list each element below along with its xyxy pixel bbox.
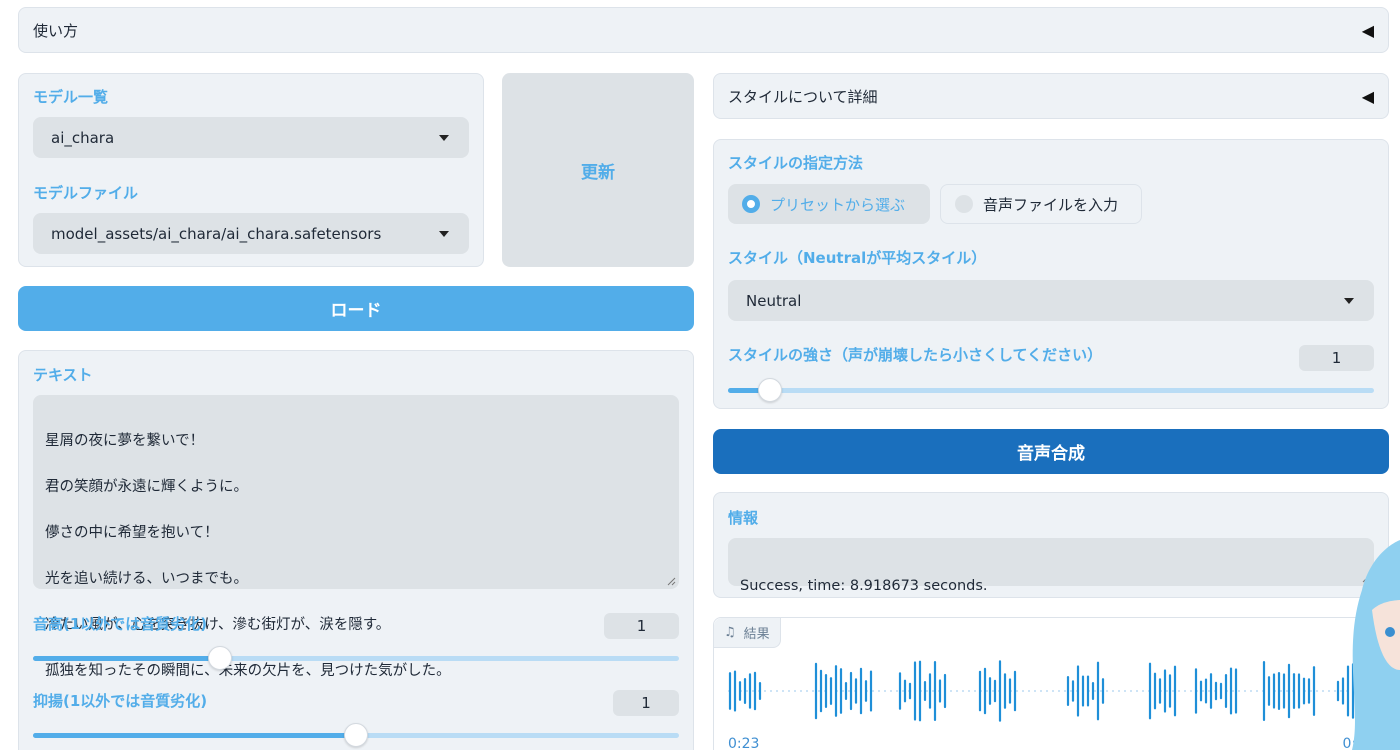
chevron-down-icon bbox=[439, 134, 449, 141]
chevron-down-icon bbox=[439, 230, 449, 237]
style-dropdown[interactable]: Neutral bbox=[728, 280, 1374, 321]
intonation-label: 抑揚(1以外では音質劣化) bbox=[33, 692, 208, 710]
text-label: テキスト bbox=[33, 366, 93, 384]
collapse-triangle-icon: ◀ bbox=[1361, 86, 1374, 106]
model-file-value: model_assets/ai_chara/ai_chara.safetenso… bbox=[51, 224, 382, 243]
text-input[interactable]: 星屑の夜に夢を繋いで！ 君の笑顔が永遠に輝くように。 儚さの中に希望を抱いて！ … bbox=[33, 395, 679, 679]
resize-handle-icon[interactable] bbox=[667, 577, 676, 586]
load-button-label: ロード bbox=[330, 301, 382, 321]
info-output[interactable]: Success, time: 8.918673 seconds. bbox=[728, 538, 1374, 594]
info-label: 情報 bbox=[728, 509, 759, 527]
text-panel: テキスト 星屑の夜に夢を繋いで！ 君の笑顔が永遠に輝くように。 儚さの中に希望を… bbox=[18, 350, 694, 750]
usage-accordion-label: 使い方 bbox=[33, 21, 79, 40]
style-method-label: スタイルの指定方法 bbox=[728, 154, 864, 172]
model-file-label: モデルファイル bbox=[33, 184, 139, 202]
style-strength-slider[interactable] bbox=[728, 378, 1374, 402]
info-panel: 情報 Success, time: 8.918673 seconds. bbox=[713, 492, 1389, 598]
model-file-dropdown[interactable]: model_assets/ai_chara/ai_chara.safetenso… bbox=[33, 213, 469, 254]
intonation-slider-thumb[interactable] bbox=[344, 723, 368, 747]
style-strength-label: スタイルの強さ（声が崩壊したら小さくしてください） bbox=[728, 346, 1103, 364]
load-button[interactable]: ロード bbox=[18, 286, 694, 331]
radio-preset[interactable]: プリセットから選ぶ bbox=[728, 184, 930, 224]
text-line: 光を追い続ける、いつまでも。 bbox=[45, 571, 248, 587]
intonation-slider-fill bbox=[33, 733, 356, 738]
intonation-number-input[interactable]: 1 bbox=[613, 690, 679, 716]
collapse-triangle-icon: ◀ bbox=[1361, 20, 1374, 40]
text-line: 孤独を知ったその瞬間に、未来の欠片を、見つけた気がした。 bbox=[45, 663, 451, 679]
result-label: 結果 bbox=[743, 627, 770, 642]
audio-waveform[interactable] bbox=[728, 658, 1378, 728]
chevron-down-icon bbox=[1344, 297, 1354, 304]
usage-accordion[interactable]: 使い方 ◀ bbox=[18, 7, 1389, 53]
radio-selected-icon bbox=[742, 195, 760, 213]
refresh-button[interactable]: 更新 bbox=[502, 73, 694, 267]
radio-unselected-icon bbox=[955, 195, 973, 213]
style-details-accordion[interactable]: スタイルについて詳細 ◀ bbox=[713, 73, 1389, 119]
style-value: Neutral bbox=[746, 291, 802, 310]
result-tag: ♫ 結果 bbox=[714, 618, 781, 648]
radio-preset-label: プリセットから選ぶ bbox=[770, 195, 906, 214]
model-panel: モデル一覧 ai_chara モデルファイル model_assets/ai_c… bbox=[18, 73, 484, 267]
pitch-number-input[interactable]: 1 bbox=[604, 613, 679, 639]
pitch-slider[interactable] bbox=[33, 646, 679, 670]
refresh-button-label: 更新 bbox=[581, 162, 615, 183]
info-value: Success, time: 8.918673 seconds. bbox=[740, 578, 988, 594]
style-panel: スタイルの指定方法 プリセットから選ぶ 音声ファイルを入力 スタイル（Neutr… bbox=[713, 139, 1389, 409]
text-line: 星屑の夜に夢を繋いで！ bbox=[45, 433, 205, 449]
model-list-value: ai_chara bbox=[51, 128, 115, 147]
style-details-label: スタイルについて詳細 bbox=[728, 87, 878, 106]
pitch-slider-fill bbox=[33, 656, 221, 661]
intonation-slider[interactable] bbox=[33, 723, 679, 747]
synthesize-button-label: 音声合成 bbox=[1017, 444, 1085, 464]
synthesize-button[interactable]: 音声合成 bbox=[713, 429, 1389, 474]
text-line: 君の笑顔が永遠に輝くように。 bbox=[45, 479, 248, 495]
character-image bbox=[1352, 540, 1400, 750]
radio-audio-file-label: 音声ファイルを入力 bbox=[983, 195, 1119, 214]
time-start: 0:23 bbox=[728, 736, 760, 750]
style-strength-number-input[interactable]: 1 bbox=[1299, 345, 1374, 371]
style-strength-slider-thumb[interactable] bbox=[757, 378, 782, 402]
music-note-icon: ♫ bbox=[724, 625, 736, 640]
model-list-dropdown[interactable]: ai_chara bbox=[33, 117, 469, 158]
radio-audio-file[interactable]: 音声ファイルを入力 bbox=[940, 184, 1142, 224]
style-select-label: スタイル（Neutralが平均スタイル） bbox=[728, 249, 987, 267]
pitch-label: 音高(1以外では音質劣化) bbox=[33, 615, 208, 633]
text-line: 儚さの中に希望を抱いて！ bbox=[45, 525, 219, 541]
result-panel: ♫ 結果 0:23 0:23 bbox=[713, 617, 1389, 750]
model-list-label: モデル一覧 bbox=[33, 88, 109, 106]
